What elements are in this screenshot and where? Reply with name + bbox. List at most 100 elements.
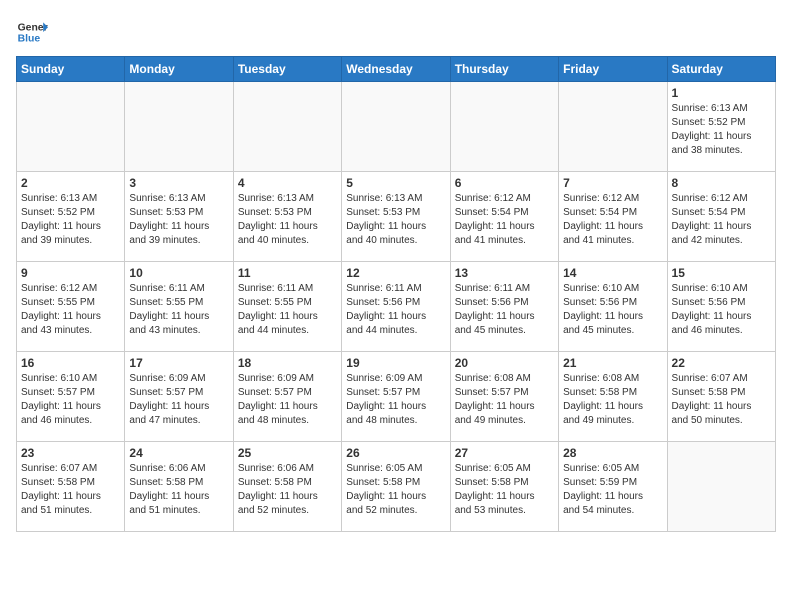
day-number: 17 (129, 356, 228, 370)
day-number: 13 (455, 266, 554, 280)
calendar-cell: 1 Sunrise: 6:13 AM Sunset: 5:52 PM Daylig… (667, 82, 775, 172)
day-number: 20 (455, 356, 554, 370)
day-header-tuesday: Tuesday (233, 57, 341, 82)
calendar-cell: 10 Sunrise: 6:11 AM Sunset: 5:55 PM Dayli… (125, 262, 233, 352)
calendar-cell: 8 Sunrise: 6:12 AM Sunset: 5:54 PM Daylig… (667, 172, 775, 262)
day-number: 15 (672, 266, 771, 280)
day-info: Sunrise: 6:10 AM Sunset: 5:57 PM Dayligh… (21, 372, 120, 428)
day-number: 10 (129, 266, 228, 280)
day-info: Sunrise: 6:12 AM Sunset: 5:54 PM Dayligh… (672, 192, 771, 248)
svg-text:Blue: Blue (18, 34, 41, 45)
day-info: Sunrise: 6:11 AM Sunset: 5:55 PM Dayligh… (129, 282, 228, 338)
calendar-cell: 26 Sunrise: 6:05 AM Sunset: 5:58 PM Dayli… (342, 442, 450, 532)
day-header-sunday: Sunday (17, 57, 125, 82)
calendar-cell: 27 Sunrise: 6:05 AM Sunset: 5:58 PM Dayli… (450, 442, 558, 532)
day-info: Sunrise: 6:09 AM Sunset: 5:57 PM Dayligh… (346, 372, 445, 428)
calendar-cell: 4 Sunrise: 6:13 AM Sunset: 5:53 PM Daylig… (233, 172, 341, 262)
calendar-cell: 19 Sunrise: 6:09 AM Sunset: 5:57 PM Dayli… (342, 352, 450, 442)
day-info: Sunrise: 6:09 AM Sunset: 5:57 PM Dayligh… (238, 372, 337, 428)
calendar-cell (125, 82, 233, 172)
day-info: Sunrise: 6:05 AM Sunset: 5:58 PM Dayligh… (346, 462, 445, 518)
day-info: Sunrise: 6:13 AM Sunset: 5:53 PM Dayligh… (346, 192, 445, 248)
logo: General Blue (16, 16, 48, 48)
calendar-header-row: SundayMondayTuesdayWednesdayThursdayFrid… (17, 57, 776, 82)
day-info: Sunrise: 6:06 AM Sunset: 5:58 PM Dayligh… (238, 462, 337, 518)
day-info: Sunrise: 6:05 AM Sunset: 5:58 PM Dayligh… (455, 462, 554, 518)
day-header-wednesday: Wednesday (342, 57, 450, 82)
calendar-cell: 18 Sunrise: 6:09 AM Sunset: 5:57 PM Dayli… (233, 352, 341, 442)
calendar-cell (559, 82, 667, 172)
day-number: 28 (563, 446, 662, 460)
calendar-cell (667, 442, 775, 532)
day-number: 2 (21, 176, 120, 190)
calendar-cell: 24 Sunrise: 6:06 AM Sunset: 5:58 PM Dayli… (125, 442, 233, 532)
day-info: Sunrise: 6:06 AM Sunset: 5:58 PM Dayligh… (129, 462, 228, 518)
day-number: 3 (129, 176, 228, 190)
calendar-cell: 14 Sunrise: 6:10 AM Sunset: 5:56 PM Dayli… (559, 262, 667, 352)
day-info: Sunrise: 6:12 AM Sunset: 5:55 PM Dayligh… (21, 282, 120, 338)
calendar-week-1: 2 Sunrise: 6:13 AM Sunset: 5:52 PM Daylig… (17, 172, 776, 262)
calendar-cell: 16 Sunrise: 6:10 AM Sunset: 5:57 PM Dayli… (17, 352, 125, 442)
calendar-cell: 17 Sunrise: 6:09 AM Sunset: 5:57 PM Dayli… (125, 352, 233, 442)
calendar-cell: 3 Sunrise: 6:13 AM Sunset: 5:53 PM Daylig… (125, 172, 233, 262)
day-number: 6 (455, 176, 554, 190)
day-number: 8 (672, 176, 771, 190)
calendar-cell: 28Sunrise: 6:05 AM Sunset: 5:59 PM Dayli… (559, 442, 667, 532)
calendar-cell: 25 Sunrise: 6:06 AM Sunset: 5:58 PM Dayli… (233, 442, 341, 532)
day-number: 14 (563, 266, 662, 280)
day-info: Sunrise: 6:13 AM Sunset: 5:53 PM Dayligh… (238, 192, 337, 248)
day-info: Sunrise: 6:10 AM Sunset: 5:56 PM Dayligh… (563, 282, 662, 338)
calendar-cell (342, 82, 450, 172)
day-header-saturday: Saturday (667, 57, 775, 82)
logo-icon: General Blue (16, 16, 48, 48)
day-number: 4 (238, 176, 337, 190)
calendar-cell (233, 82, 341, 172)
day-info: Sunrise: 6:11 AM Sunset: 5:56 PM Dayligh… (455, 282, 554, 338)
calendar-cell: 13 Sunrise: 6:11 AM Sunset: 5:56 PM Dayli… (450, 262, 558, 352)
calendar-table: SundayMondayTuesdayWednesdayThursdayFrid… (16, 56, 776, 532)
calendar-cell: 9 Sunrise: 6:12 AM Sunset: 5:55 PM Daylig… (17, 262, 125, 352)
day-number: 24 (129, 446, 228, 460)
day-header-friday: Friday (559, 57, 667, 82)
day-number: 11 (238, 266, 337, 280)
day-info: Sunrise: 6:07 AM Sunset: 5:58 PM Dayligh… (672, 372, 771, 428)
calendar-cell: 21 Sunrise: 6:08 AM Sunset: 5:58 PM Dayli… (559, 352, 667, 442)
day-info: Sunrise: 6:13 AM Sunset: 5:52 PM Dayligh… (672, 102, 771, 158)
calendar-cell: 15 Sunrise: 6:10 AM Sunset: 5:56 PM Dayli… (667, 262, 775, 352)
calendar-cell: 6Sunrise: 6:12 AM Sunset: 5:54 PM Daylig… (450, 172, 558, 262)
calendar-cell (17, 82, 125, 172)
day-number: 25 (238, 446, 337, 460)
calendar-cell: 23 Sunrise: 6:07 AM Sunset: 5:58 PM Dayli… (17, 442, 125, 532)
day-number: 12 (346, 266, 445, 280)
day-number: 7 (563, 176, 662, 190)
day-number: 1 (672, 86, 771, 100)
day-number: 23 (21, 446, 120, 460)
calendar-cell: 22Sunrise: 6:07 AM Sunset: 5:58 PM Dayli… (667, 352, 775, 442)
day-info: Sunrise: 6:08 AM Sunset: 5:58 PM Dayligh… (563, 372, 662, 428)
day-info: Sunrise: 6:07 AM Sunset: 5:58 PM Dayligh… (21, 462, 120, 518)
day-number: 18 (238, 356, 337, 370)
day-info: Sunrise: 6:13 AM Sunset: 5:53 PM Dayligh… (129, 192, 228, 248)
day-number: 27 (455, 446, 554, 460)
calendar-week-2: 9 Sunrise: 6:12 AM Sunset: 5:55 PM Daylig… (17, 262, 776, 352)
day-number: 9 (21, 266, 120, 280)
day-number: 19 (346, 356, 445, 370)
calendar-cell: 12 Sunrise: 6:11 AM Sunset: 5:56 PM Dayli… (342, 262, 450, 352)
calendar-week-0: 1 Sunrise: 6:13 AM Sunset: 5:52 PM Daylig… (17, 82, 776, 172)
calendar-cell: 20Sunrise: 6:08 AM Sunset: 5:57 PM Dayli… (450, 352, 558, 442)
day-number: 5 (346, 176, 445, 190)
day-number: 16 (21, 356, 120, 370)
day-header-monday: Monday (125, 57, 233, 82)
day-info: Sunrise: 6:12 AM Sunset: 5:54 PM Dayligh… (563, 192, 662, 248)
day-info: Sunrise: 6:13 AM Sunset: 5:52 PM Dayligh… (21, 192, 120, 248)
day-info: Sunrise: 6:10 AM Sunset: 5:56 PM Dayligh… (672, 282, 771, 338)
day-number: 21 (563, 356, 662, 370)
day-info: Sunrise: 6:09 AM Sunset: 5:57 PM Dayligh… (129, 372, 228, 428)
calendar-week-3: 16 Sunrise: 6:10 AM Sunset: 5:57 PM Dayli… (17, 352, 776, 442)
calendar-cell: 2 Sunrise: 6:13 AM Sunset: 5:52 PM Daylig… (17, 172, 125, 262)
calendar-cell: 5 Sunrise: 6:13 AM Sunset: 5:53 PM Daylig… (342, 172, 450, 262)
day-info: Sunrise: 6:11 AM Sunset: 5:56 PM Dayligh… (346, 282, 445, 338)
day-number: 26 (346, 446, 445, 460)
calendar-cell (450, 82, 558, 172)
day-header-thursday: Thursday (450, 57, 558, 82)
